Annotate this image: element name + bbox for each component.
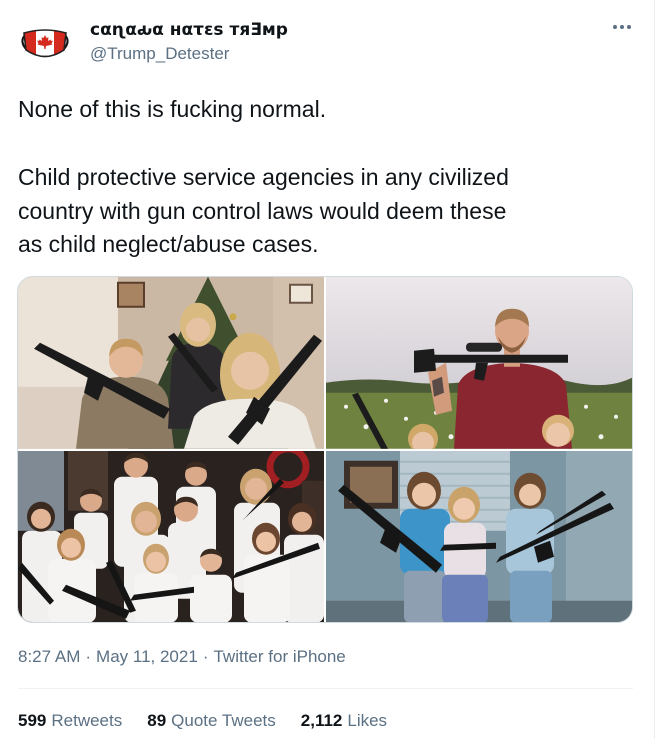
tweet-photo-4[interactable] xyxy=(326,450,632,622)
tweet-text-paragraph-2: Child protective service agencies in any… xyxy=(18,161,638,262)
meta-separator: · xyxy=(85,647,92,666)
quote-tweets-stat[interactable]: 89 Quote Tweets xyxy=(147,710,276,732)
tweet-photo-1[interactable] xyxy=(18,277,324,449)
tweet-text-line: country with gun control laws would deem… xyxy=(18,197,507,224)
photo-image xyxy=(326,450,632,622)
likes-count: 2,112 xyxy=(300,711,343,730)
retweets-count: 599 xyxy=(18,711,47,730)
child-figure-right xyxy=(542,414,574,447)
quote-tweets-count: 89 xyxy=(147,711,167,730)
tweet-text-line: None of this is fucking normal. xyxy=(18,96,327,122)
photo-image xyxy=(18,277,324,449)
divider xyxy=(18,688,633,689)
author-display-name[interactable]: сαɳαԃα нατεѕ тяƎмр xyxy=(90,20,288,40)
quote-tweets-label: Quote Tweets xyxy=(171,711,276,730)
tweet-metadata: 8:27 AM · May 11, 2021 · Twitter for iPhone xyxy=(18,646,346,668)
tweet-photo-2[interactable] xyxy=(326,277,632,449)
tweet-text-paragraph-1: None of this is fucking normal. xyxy=(18,93,638,127)
photo-image xyxy=(18,450,324,622)
meta-separator: · xyxy=(202,647,209,666)
column-border xyxy=(654,0,655,739)
tweet: сαɳαԃα нατεѕ тяƎмр @Trump_Detester None … xyxy=(0,0,654,739)
tweet-text-line: as child neglect/abuse cases. xyxy=(18,231,319,258)
tweet-text-line: Child protective service agencies in any… xyxy=(18,164,509,190)
engagement-stats: 599 Retweets 89 Quote Tweets 2,112 Likes xyxy=(18,710,412,732)
retweets-stat[interactable]: 599 Retweets xyxy=(18,710,122,732)
likes-stat[interactable]: 2,112 Likes xyxy=(301,710,387,732)
tweet-date[interactable]: May 11, 2021 xyxy=(96,647,198,666)
author-handle[interactable]: @Trump_Detester xyxy=(90,44,229,64)
more-options-button[interactable] xyxy=(608,17,636,37)
author-avatar[interactable] xyxy=(18,13,72,67)
retweets-label: Retweets xyxy=(51,711,123,730)
tweet-time[interactable]: 8:27 AM xyxy=(18,647,80,666)
tweet-media-grid xyxy=(17,276,633,623)
tweet-photo-3[interactable] xyxy=(18,450,324,622)
canada-flag-mask-icon xyxy=(18,13,72,67)
tweet-source[interactable]: Twitter for iPhone xyxy=(213,647,345,666)
more-options-icon xyxy=(613,25,631,29)
photo-image xyxy=(326,277,632,449)
likes-label: Likes xyxy=(347,711,388,730)
